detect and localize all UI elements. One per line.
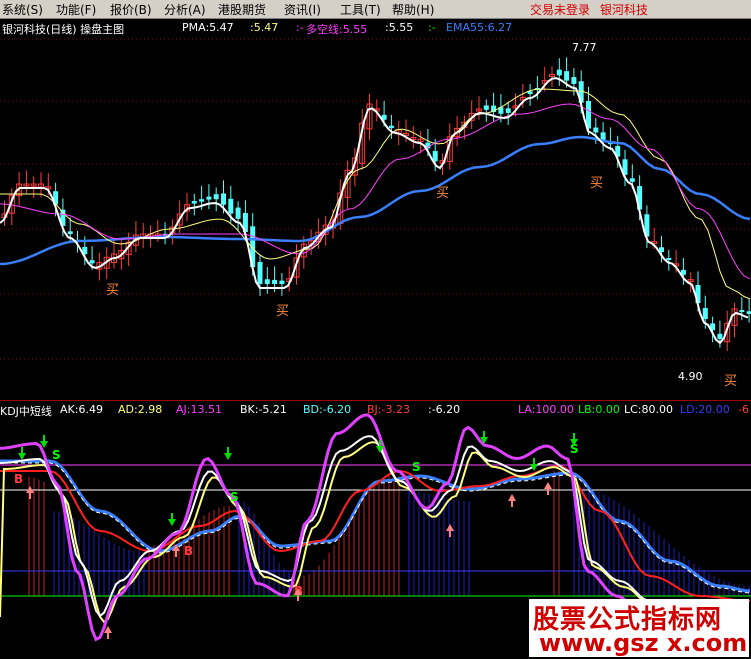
candle-body: [228, 198, 234, 214]
candle-body: [67, 231, 73, 235]
candle-body: [388, 125, 394, 129]
buy-signal: 买: [590, 176, 603, 191]
candle-body: [257, 261, 263, 284]
candle-body: [505, 108, 511, 113]
candle-body: [199, 199, 205, 202]
candle-body: [629, 178, 635, 182]
candle-body: [279, 280, 285, 284]
sell-signal: S: [230, 490, 239, 504]
menu-news[interactable]: 资讯(I): [284, 1, 321, 18]
sell-signal: S: [412, 460, 421, 474]
candle-body: [432, 151, 438, 162]
candle-body: [702, 308, 708, 320]
buy-b-signal: B: [14, 472, 23, 486]
watermark: 股票公式指标网 www.gsz x.com: [529, 599, 749, 657]
up-arrow-icon: [508, 494, 516, 501]
candle-body: [593, 127, 599, 133]
high-price-label: 7.77: [572, 41, 597, 54]
down-arrow-icon: [18, 453, 26, 460]
candle-body: [717, 333, 723, 339]
menu-analysis[interactable]: 分析(A): [164, 1, 206, 18]
menu-tools[interactable]: 工具(T): [340, 1, 381, 18]
login-status[interactable]: 交易未登录: [530, 1, 590, 18]
buy-b-signal: B: [184, 544, 193, 558]
ma-white-line: [0, 77, 749, 345]
menu-hk-futures[interactable]: 港股期货: [218, 1, 266, 18]
candle-body: [739, 310, 745, 313]
candle-body: [483, 105, 489, 110]
candle-body: [206, 196, 212, 200]
candle-body: [221, 193, 226, 205]
candle-body: [213, 194, 219, 200]
candle-body: [666, 258, 672, 261]
candle-body: [264, 279, 270, 284]
sell-signal: S: [52, 448, 61, 462]
low-price-label: 4.90: [678, 370, 703, 383]
candle-body: [571, 77, 577, 84]
down-arrow-icon: [168, 519, 176, 526]
down-arrow-icon: [224, 453, 232, 460]
menu-bar: 系统(S) 功能(F) 报价(B) 分析(A) 港股期货 资讯(I) 工具(T)…: [0, 0, 751, 19]
buy-signal: 买: [724, 374, 737, 389]
price-panel[interactable]: 银河科技(日线) 操盘主图 PMA:5.47 :5.47 :- 多空线:5.55…: [0, 19, 751, 399]
watermark-line2: www.gsz x.com: [539, 629, 748, 657]
buy-signal: 买: [436, 186, 449, 201]
buy-signal: 买: [276, 304, 289, 319]
menu-help[interactable]: 帮助(H): [392, 1, 434, 18]
buy-signal: 买: [106, 283, 119, 298]
candle-body: [272, 279, 278, 284]
candle-body: [564, 71, 570, 81]
kdj-panel[interactable]: KDJ中短线 AK:6.49 AD:2.98 AJ:13.51 BK:-5.21…: [0, 400, 751, 659]
menu-system[interactable]: 系统(S): [2, 1, 43, 18]
menu-function[interactable]: 功能(F): [56, 1, 96, 18]
price-chart: 7.77 4.90 买 买 买 买 买: [0, 38, 751, 389]
candle-body: [556, 69, 562, 76]
menu-quote[interactable]: 报价(B): [110, 1, 152, 18]
broker-name: 银河科技: [600, 3, 649, 17]
candle-body: [235, 207, 241, 219]
candle-body: [89, 260, 95, 264]
candle-body: [191, 201, 197, 204]
up-arrow-icon: [544, 482, 552, 489]
candle-body: [746, 311, 751, 314]
up-arrow-icon: [446, 524, 454, 531]
